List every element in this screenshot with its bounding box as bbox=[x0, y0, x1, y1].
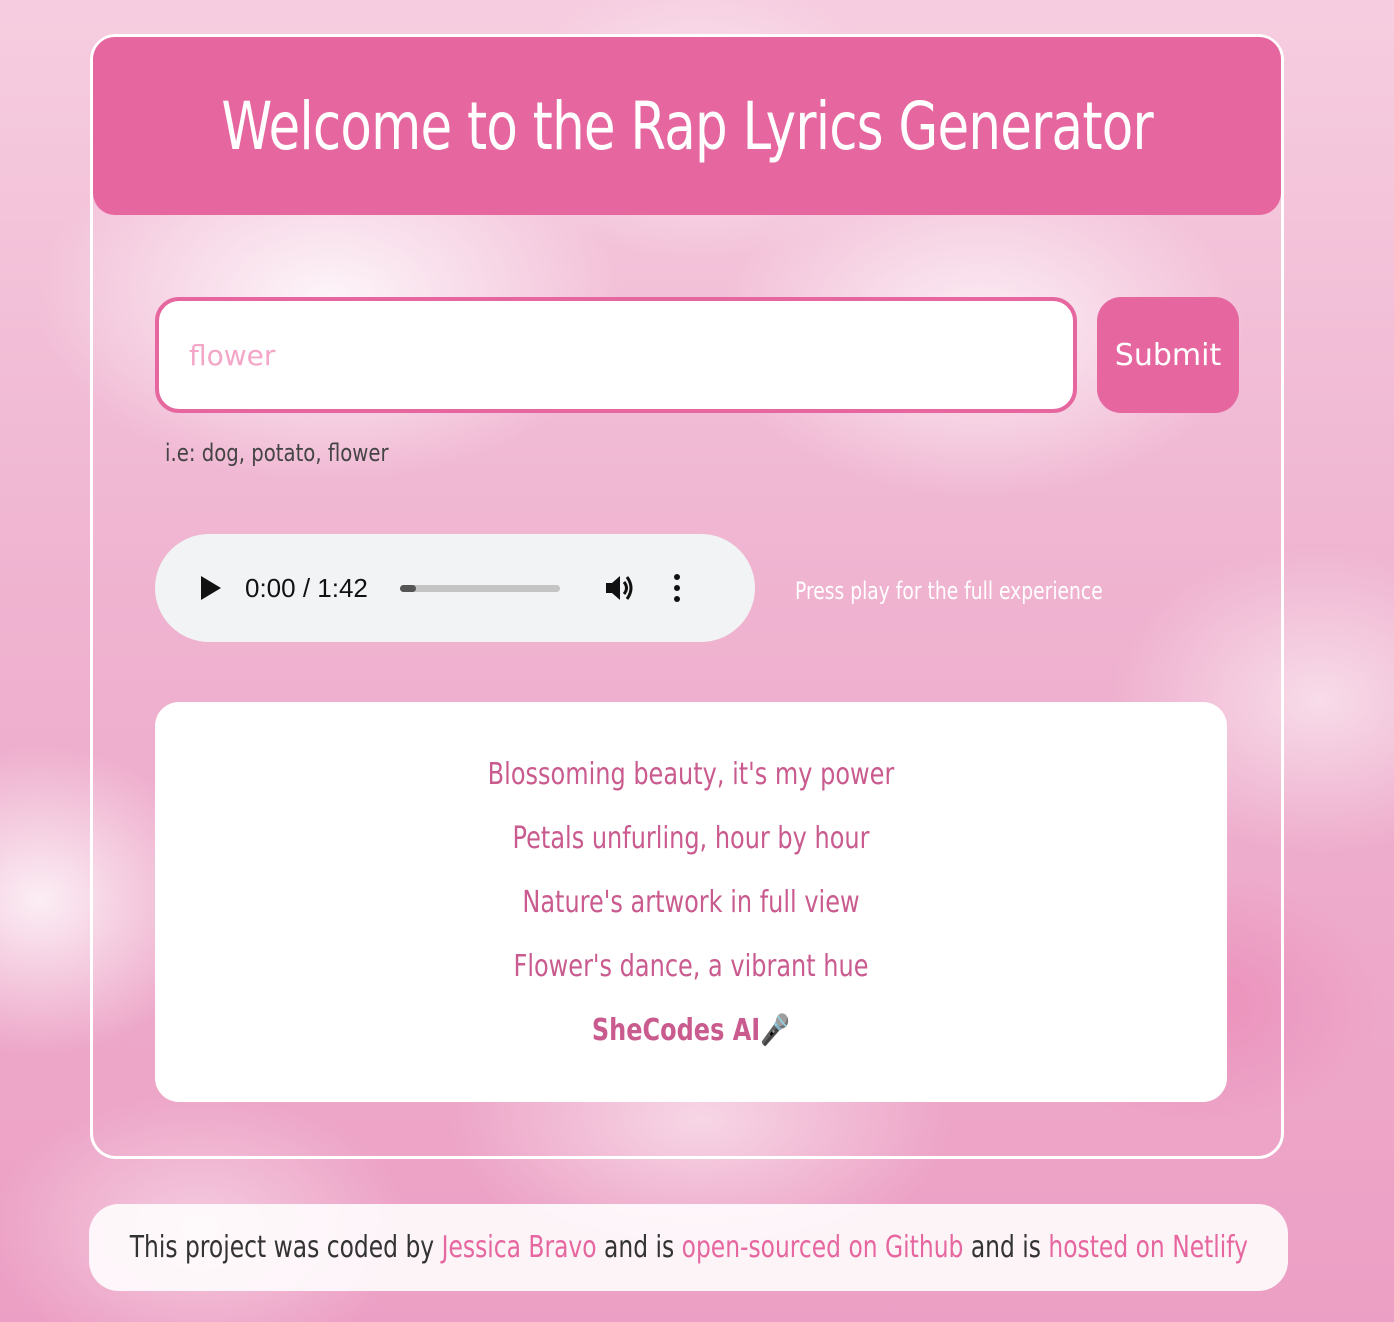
topic-search-input[interactable] bbox=[155, 297, 1077, 413]
page-header: Welcome to the Rap Lyrics Generator bbox=[93, 37, 1281, 215]
lyric-line: Petals unfurling, hour by hour bbox=[512, 821, 870, 856]
audio-progress-bar[interactable] bbox=[399, 584, 560, 592]
audio-player[interactable]: 0:00 / 1:42 bbox=[155, 534, 755, 642]
footer: This project was coded by Jessica Bravo … bbox=[89, 1204, 1288, 1291]
lyrics-box: Blossoming beauty, it's my power Petals … bbox=[155, 702, 1227, 1102]
netlify-link[interactable]: hosted on Netlify bbox=[1048, 1230, 1248, 1265]
page-title: Welcome to the Rap Lyrics Generator bbox=[221, 87, 1153, 165]
lyric-line: Nature's artwork in full view bbox=[522, 885, 860, 920]
input-hint: i.e: dog, potato, flower bbox=[165, 439, 389, 467]
play-icon[interactable] bbox=[201, 576, 221, 600]
play-hint: Press play for the full experience bbox=[795, 577, 1103, 605]
more-vertical-icon[interactable] bbox=[673, 574, 680, 602]
github-link[interactable]: open-sourced on Github bbox=[681, 1230, 963, 1265]
main-container: Welcome to the Rap Lyrics Generator Subm… bbox=[90, 34, 1284, 1159]
footer-text-part: and is bbox=[963, 1230, 1049, 1265]
footer-text-part: and is bbox=[596, 1230, 682, 1265]
audio-time: 0:00 / 1:42 bbox=[245, 572, 368, 603]
lyric-line: Flower's dance, a vibrant hue bbox=[513, 949, 869, 984]
submit-button[interactable]: Submit bbox=[1097, 297, 1239, 413]
lyric-line: Blossoming beauty, it's my power bbox=[487, 757, 895, 792]
author-link[interactable]: Jessica Bravo bbox=[441, 1230, 596, 1265]
audio-progress-fill bbox=[399, 584, 416, 592]
volume-icon[interactable] bbox=[604, 573, 636, 603]
footer-text-part: This project was coded by bbox=[129, 1230, 442, 1265]
lyrics-signature: SheCodes AI🎤 bbox=[591, 1013, 791, 1048]
footer-text: This project was coded by Jessica Bravo … bbox=[129, 1230, 1247, 1265]
